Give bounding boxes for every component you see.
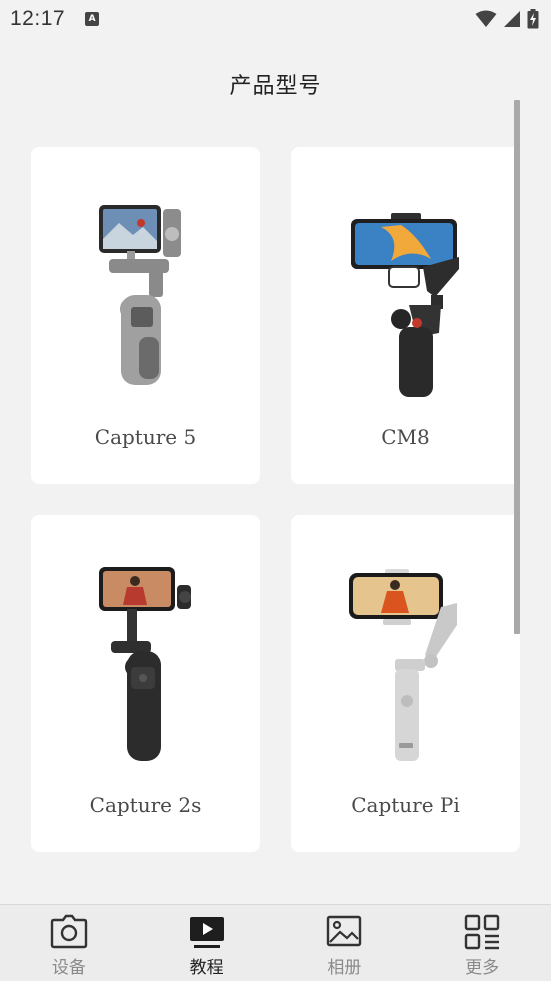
nav-item-devices[interactable]: 设备 (0, 905, 138, 981)
nav-label-devices: 设备 (51, 958, 86, 978)
product-name: Capture Pi (351, 793, 460, 817)
product-name: Capture 5 (94, 425, 197, 449)
product-name: Capture 2s (89, 793, 202, 817)
notification-a-icon: A (85, 12, 100, 26)
scrollbar[interactable] (514, 100, 520, 634)
camera-icon (50, 914, 88, 949)
product-image-capture-2s (99, 567, 191, 761)
status-bar: 12:17 A (0, 0, 551, 38)
nav-label-more: 更多 (465, 958, 500, 978)
product-image-capture-5 (99, 205, 181, 385)
product-card-capture-5[interactable]: Capture 5 (31, 147, 260, 484)
bottom-navigation: 设备 教程 相册 更多 (0, 904, 551, 981)
status-left: 12:17 A (10, 7, 100, 31)
wifi-icon (475, 10, 497, 27)
status-time: 12:17 (10, 7, 66, 30)
product-card-cm8[interactable]: CM8 (291, 147, 520, 484)
status-right (475, 9, 539, 29)
product-card-capture-2s[interactable]: Capture 2s (31, 515, 260, 852)
page-title: 产品型号 (229, 74, 322, 99)
play-icon (189, 917, 224, 948)
nav-label-album: 相册 (327, 958, 362, 978)
nav-item-album[interactable]: 相册 (276, 905, 414, 981)
signal-icon (504, 11, 520, 27)
notification-letter: A (88, 14, 96, 24)
image-icon (327, 915, 362, 947)
product-name: CM8 (381, 425, 430, 449)
battery-charging-icon (527, 9, 539, 29)
grid-icon (464, 914, 500, 950)
nav-item-tutorials[interactable]: 教程 (138, 905, 276, 981)
product-image-cm8 (351, 213, 459, 397)
nav-item-more[interactable]: 更多 (413, 905, 551, 981)
product-image-capture-pi (349, 569, 457, 761)
nav-label-tutorials: 教程 (189, 958, 224, 978)
product-card-capture-pi[interactable]: Capture Pi (291, 515, 520, 852)
